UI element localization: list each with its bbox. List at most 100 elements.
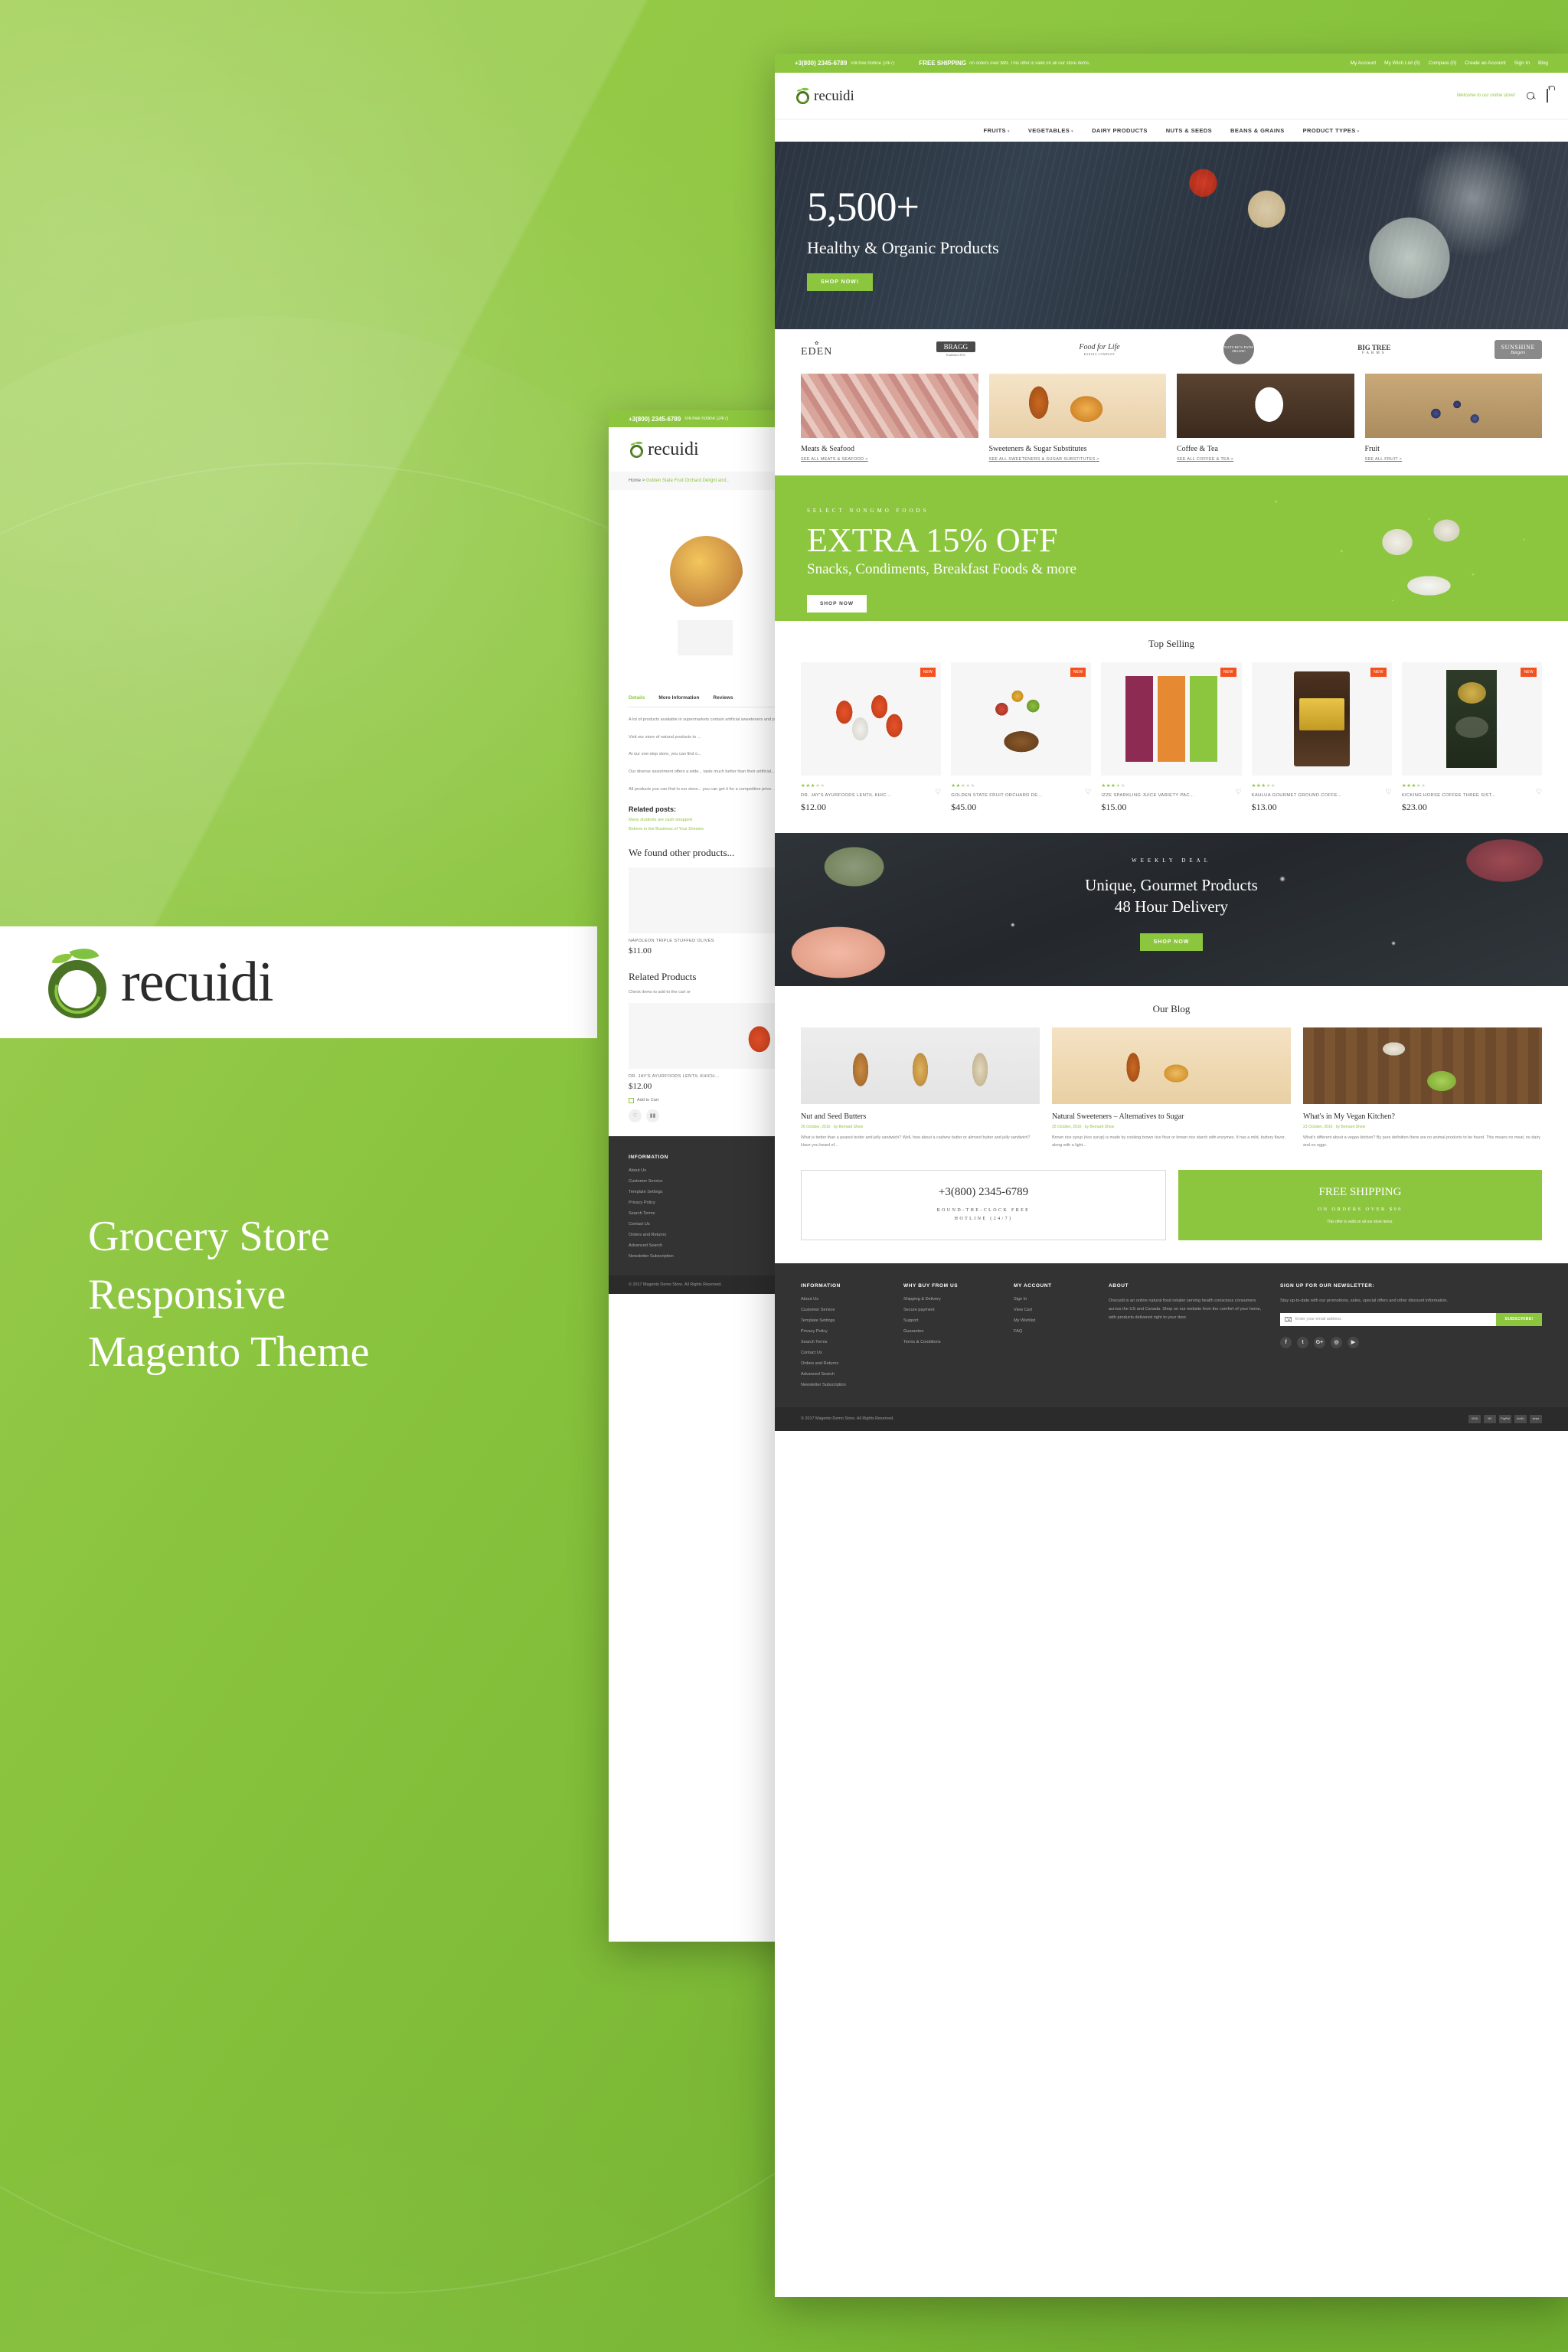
category-tile-sweeteners[interactable]: Sweeteners & Sugar Substitutes SEE ALL S… <box>988 374 1167 462</box>
blog-post-title[interactable]: Natural Sweeteners – Alternatives to Sug… <box>1052 1112 1291 1121</box>
footer-link[interactable]: About Us <box>801 1297 885 1302</box>
breadcrumb-home[interactable]: Home <box>629 479 641 483</box>
twitter-icon[interactable]: t <box>1297 1336 1308 1348</box>
blog-post-card[interactable]: Natural Sweeteners – Alternatives to Sug… <box>1052 1027 1291 1150</box>
footer-link[interactable]: Orders and Returns <box>801 1361 885 1366</box>
compare-bars-icon[interactable]: ▮▮ <box>646 1109 659 1122</box>
footer-link[interactable]: Search Terms <box>801 1340 885 1344</box>
pdp-logo[interactable]: recuidi <box>629 439 699 459</box>
blog-image[interactable] <box>1303 1027 1542 1104</box>
heart-icon[interactable]: ♡ <box>1386 789 1392 795</box>
footer-link[interactable]: Shipping & Delivery <box>903 1297 995 1302</box>
tab-reviews[interactable]: Reviews <box>713 695 733 701</box>
footer-link[interactable]: Advanced Search <box>629 1243 674 1248</box>
category-see-all-link[interactable]: SEE ALL SWEETENERS & SUGAR SUBSTITUTES > <box>989 457 1167 462</box>
tab-details[interactable]: Details <box>629 695 645 701</box>
footer-link[interactable]: Search Terms <box>629 1211 674 1216</box>
footer-link[interactable]: Privacy Policy <box>801 1329 885 1334</box>
blog-image[interactable] <box>801 1027 1040 1104</box>
topbar-link-my-wish-list[interactable]: My Wish List (0) <box>1384 60 1420 66</box>
topbar-link-blog[interactable]: Blog <box>1538 60 1548 66</box>
pdp-thumbnail[interactable] <box>678 620 733 655</box>
footer-link[interactable]: Newsletter Subscription <box>629 1254 674 1259</box>
product-card[interactable]: NEW ★★★★★ KAHLUA GOURMET GROUND COFFE...… <box>1251 662 1392 813</box>
footer-link[interactable]: Sign In <box>1014 1297 1090 1302</box>
topbar-phone[interactable]: +3(800) 2345-6789 <box>795 60 847 67</box>
footer-link[interactable]: My Wishlist <box>1014 1318 1090 1323</box>
subscribe-button[interactable]: SUBSCRIBE! <box>1496 1312 1542 1326</box>
brand-logo-sunshine-burgers[interactable]: SUNSHINE Burgers <box>1494 339 1542 359</box>
category-tile-meats-seafood[interactable]: Meats & Seafood SEE ALL MEATS & SEAFOOD … <box>801 374 978 462</box>
product-name[interactable]: KICKING HORSE COFFEE THREE SIST... <box>1402 793 1496 798</box>
search-icon[interactable] <box>1526 91 1536 101</box>
heart-icon[interactable]: ♡ <box>935 789 941 795</box>
product-card[interactable]: NEW ★★★★★ IZZE SPARKLING JUICE VARIETY P… <box>1101 662 1242 813</box>
product-card[interactable]: NEW ★★★★★ DR. JAY'S AYURFOODS LENTIL KHI… <box>801 662 942 813</box>
product-name[interactable]: GOLDEN STATE FRUIT ORCHARD DE... <box>951 793 1042 798</box>
topbar-link-compare[interactable]: Compare (0) <box>1429 60 1456 66</box>
instagram-icon[interactable]: ◎ <box>1331 1336 1342 1348</box>
pdp-topbar-phone[interactable]: +3(800) 2345-6789 <box>629 416 681 423</box>
email-field[interactable]: Enter your email address <box>1280 1312 1497 1326</box>
footer-link[interactable]: Customer Service <box>801 1308 885 1312</box>
footer-link[interactable]: Template Settings <box>801 1318 885 1323</box>
blog-post-card[interactable]: Nut and Seed Butters 26 October, 2016 · … <box>801 1027 1040 1150</box>
footer-link[interactable]: About Us <box>629 1168 674 1173</box>
footer-link[interactable]: Customer Service <box>629 1179 674 1184</box>
product-image[interactable]: NEW <box>801 662 942 776</box>
product-card[interactable]: NEW ★★★★★ GOLDEN STATE FRUIT ORCHARD DE.… <box>951 662 1092 813</box>
blog-post-card[interactable]: What's in My Vegan Kitchen? 23 October, … <box>1303 1027 1542 1150</box>
brand-logo-big-tree-farms[interactable]: BIG TREE FARMS <box>1357 344 1390 355</box>
product-name[interactable]: KAHLUA GOURMET GROUND COFFE... <box>1252 793 1342 798</box>
nav-item-product-types[interactable]: PRODUCT TYPES ▾ <box>1303 127 1360 134</box>
blog-image[interactable] <box>1052 1027 1291 1104</box>
product-image[interactable]: NEW <box>1251 662 1392 776</box>
footer-link[interactable]: Support <box>903 1318 995 1323</box>
footer-link[interactable]: FAQ <box>1014 1329 1090 1334</box>
weekly-deal-shop-now-button[interactable]: SHOP NOW <box>1139 933 1204 951</box>
hotline-phone[interactable]: +3(800) 2345-6789 <box>939 1186 1028 1199</box>
category-tile-coffee-tea[interactable]: Coffee & Tea SEE ALL COFFEE & TEA > <box>1177 374 1354 462</box>
category-see-all-link[interactable]: SEE ALL MEATS & SEAFOOD > <box>801 457 978 462</box>
product-image[interactable]: NEW <box>1101 662 1242 776</box>
brand-logo-bragg[interactable]: BRAGG Established 1912 <box>936 341 976 357</box>
checkbox-icon[interactable] <box>629 1097 634 1103</box>
footer-link[interactable]: Advanced Search <box>801 1372 885 1377</box>
blog-post-title[interactable]: Nut and Seed Butters <box>801 1112 1040 1121</box>
topbar-link-sign-in[interactable]: Sign In <box>1514 60 1530 66</box>
footer-link[interactable]: Terms & Conditions <box>903 1340 995 1344</box>
category-see-all-link[interactable]: SEE ALL FRUIT > <box>1365 457 1543 462</box>
facebook-icon[interactable]: f <box>1280 1336 1292 1348</box>
footer-link[interactable]: Privacy Policy <box>629 1200 674 1205</box>
product-name[interactable]: DR. JAY'S AYURFOODS LENTIL KHIC... <box>801 793 891 798</box>
footer-link[interactable]: Newsletter Subscription <box>801 1383 885 1387</box>
category-tile-fruit[interactable]: Fruit SEE ALL FRUIT > <box>1364 374 1543 462</box>
nav-item-fruits[interactable]: FRUITS ▾ <box>983 127 1009 134</box>
tab-more-information[interactable]: More Information <box>658 695 699 701</box>
product-name[interactable]: IZZE SPARKLING JUICE VARIETY PAC... <box>1101 793 1194 798</box>
brand-logo-natures-path[interactable]: NATURE'S PATH ORGANIC <box>1223 334 1254 364</box>
footer-link[interactable]: Guarantee <box>903 1329 995 1334</box>
heart-icon[interactable]: ♡ <box>1236 789 1242 795</box>
footer-link[interactable]: View Cart <box>1014 1308 1090 1312</box>
product-card[interactable]: NEW ★★★★★ KICKING HORSE COFFEE THREE SIS… <box>1401 662 1543 813</box>
footer-link[interactable]: Contact Us <box>629 1222 674 1227</box>
nav-item-dairy-products[interactable]: DAIRY PRODUCTS <box>1092 127 1148 134</box>
heart-icon[interactable]: ♡ <box>1536 789 1542 795</box>
youtube-icon[interactable]: ▶ <box>1348 1336 1359 1348</box>
nav-item-vegetables[interactable]: VEGETABLES ▾ <box>1028 127 1073 134</box>
footer-link[interactable]: Orders and Returns <box>629 1233 674 1237</box>
nav-item-beans-and-grains[interactable]: BEANS & GRAINS <box>1230 127 1285 134</box>
product-image[interactable]: NEW <box>1401 662 1543 776</box>
topbar-link-my-account[interactable]: My Account <box>1351 60 1377 66</box>
nav-item-nuts-and-seeds[interactable]: NUTS & SEEDS <box>1166 127 1212 134</box>
hero-shop-now-button[interactable]: SHOP NOW! <box>807 273 874 291</box>
wishlist-heart-icon[interactable]: ♡ <box>629 1109 642 1122</box>
site-logo[interactable]: recuidi <box>795 86 854 105</box>
google-plus-icon[interactable]: G+ <box>1314 1336 1325 1348</box>
product-image[interactable]: NEW <box>951 662 1092 776</box>
brand-logo-eden[interactable]: ✿ EDEN <box>801 341 832 358</box>
cart-button[interactable]: 0 <box>1547 86 1550 103</box>
footer-link[interactable]: Secure payment <box>903 1308 995 1312</box>
heart-icon[interactable]: ♡ <box>1085 789 1091 795</box>
